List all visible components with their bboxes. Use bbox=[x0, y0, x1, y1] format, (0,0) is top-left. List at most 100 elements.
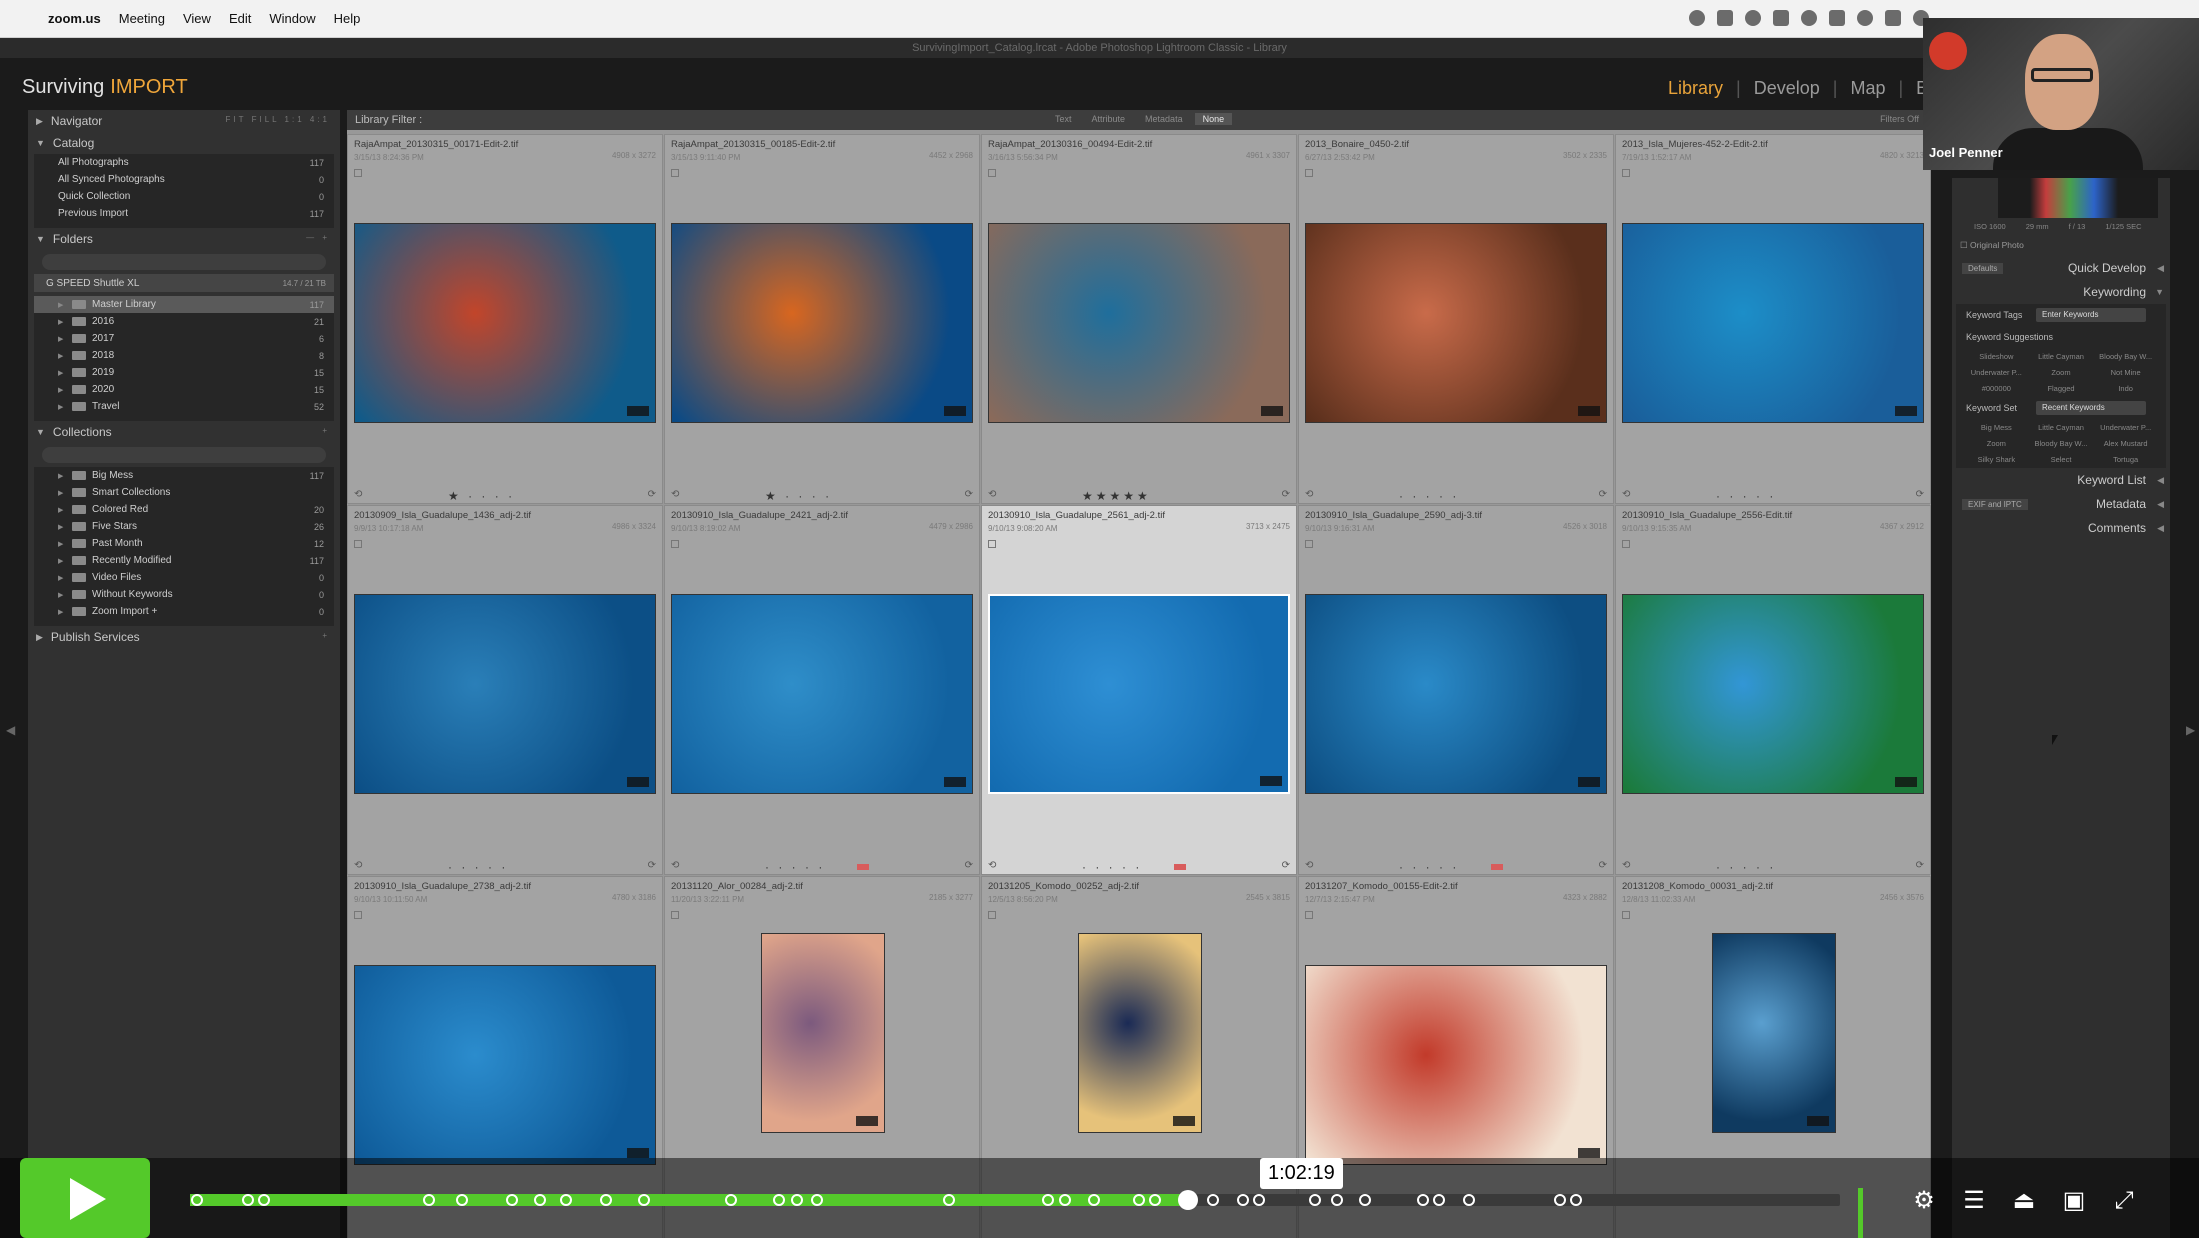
add-publish-icon[interactable]: + bbox=[322, 631, 330, 640]
thumbnail-cell[interactable]: 20130910_Isla_Guadalupe_2556-Edit.tif 9/1… bbox=[1615, 505, 1931, 875]
volume-row[interactable]: G SPEED Shuttle XL 14.7 / 21 TB bbox=[34, 274, 334, 292]
navigator-zoom-options[interactable]: FIT FILL 1:1 4:1 bbox=[226, 115, 330, 124]
menu-help[interactable]: Help bbox=[334, 11, 361, 26]
thumbnail-cell[interactable]: 20130909_Isla_Guadalupe_1436_adj-2.tif 9/… bbox=[347, 505, 663, 875]
keyword-chip[interactable]: #000000 bbox=[1964, 384, 2029, 393]
keyword-tags-dropdown[interactable]: Enter Keywords bbox=[2036, 308, 2146, 322]
chapter-marker[interactable] bbox=[1207, 1194, 1219, 1206]
photo-thumbnail[interactable] bbox=[761, 933, 885, 1133]
volume-icon[interactable] bbox=[1858, 1188, 1890, 1238]
pick-flag-icon[interactable] bbox=[988, 911, 996, 919]
star-rating[interactable]: · · · · · bbox=[1399, 860, 1459, 874]
module-library[interactable]: Library bbox=[1668, 78, 1723, 99]
photo-thumbnail[interactable] bbox=[1305, 223, 1607, 423]
photo-thumbnail[interactable] bbox=[1712, 933, 1836, 1133]
disclosure-triangle-icon[interactable]: ▶ bbox=[58, 318, 66, 326]
bluetooth-icon[interactable] bbox=[1717, 10, 1733, 26]
filter-tab-metadata[interactable]: Metadata bbox=[1137, 113, 1191, 125]
pick-flag-icon[interactable] bbox=[988, 540, 996, 548]
keyword-chip[interactable]: Not Mine bbox=[2093, 368, 2158, 377]
keyword-chip[interactable]: Big Mess bbox=[1964, 423, 2029, 432]
folder-item[interactable]: ▶ Travel 52 bbox=[34, 398, 334, 415]
folder-item[interactable]: ▶ 2020 15 bbox=[34, 381, 334, 398]
filter-tab-none[interactable]: None bbox=[1194, 113, 1233, 125]
progress-knob[interactable] bbox=[1178, 1190, 1199, 1210]
rotate-right-icon[interactable]: ⟳ bbox=[1599, 860, 1607, 871]
star-rating[interactable]: · · · · · bbox=[1716, 860, 1776, 874]
info-icon[interactable] bbox=[1829, 10, 1845, 26]
photo-thumbnail[interactable] bbox=[1622, 594, 1924, 794]
photo-thumbnail[interactable] bbox=[1078, 933, 1202, 1133]
rotate-left-icon[interactable]: ⟲ bbox=[1622, 489, 1630, 500]
pick-flag-icon[interactable] bbox=[354, 540, 362, 548]
chapter-marker[interactable] bbox=[943, 1194, 955, 1206]
collection-item[interactable]: ▶ Past Month 12 bbox=[34, 535, 334, 552]
airplay-icon[interactable]: ⏏ bbox=[2008, 1188, 2040, 1214]
star-rating[interactable]: ★★★★★ bbox=[1082, 489, 1151, 503]
folder-item[interactable]: ▶ 2019 15 bbox=[34, 364, 334, 381]
record-icon[interactable] bbox=[1885, 10, 1901, 26]
photo-thumbnail[interactable] bbox=[1305, 965, 1607, 1165]
rotate-left-icon[interactable]: ⟲ bbox=[988, 860, 996, 871]
disclosure-triangle-icon[interactable]: ▶ bbox=[58, 352, 66, 360]
pick-flag-icon[interactable] bbox=[1305, 169, 1313, 177]
thumbnail-cell[interactable]: RajaAmpat_20130315_00185-Edit-2.tif 3/15/… bbox=[664, 134, 980, 504]
folders-header[interactable]: ▼ Folders — + bbox=[28, 228, 340, 250]
keyword-chip[interactable]: Alex Mustard bbox=[2093, 439, 2158, 448]
folder-item[interactable]: ▶ Master Library 117 bbox=[34, 296, 334, 313]
chapter-marker[interactable] bbox=[1553, 1194, 1566, 1206]
rotate-right-icon[interactable]: ⟳ bbox=[1282, 860, 1290, 871]
metadata-preset-dropdown[interactable]: EXIF and IPTC bbox=[1962, 498, 2028, 510]
menu-view[interactable]: View bbox=[183, 11, 211, 26]
star-rating[interactable]: · · · · · bbox=[1716, 489, 1776, 503]
chapter-marker[interactable] bbox=[637, 1194, 650, 1206]
star-rating[interactable]: · · · · · bbox=[1082, 860, 1142, 874]
filter-tab-text[interactable]: Text bbox=[1047, 113, 1080, 125]
photo-thumbnail[interactable] bbox=[354, 965, 656, 1165]
keyword-chip[interactable]: Zoom bbox=[2029, 368, 2094, 377]
collection-item[interactable]: ▶ Colored Red 20 bbox=[34, 501, 334, 518]
menu-meeting[interactable]: Meeting bbox=[119, 11, 165, 26]
keyword-chip[interactable]: Slideshow bbox=[1964, 352, 2029, 361]
photo-thumbnail[interactable] bbox=[1305, 594, 1607, 794]
chapter-marker[interactable] bbox=[190, 1194, 203, 1206]
photo-thumbnail[interactable] bbox=[671, 594, 973, 794]
pick-flag-icon[interactable] bbox=[1622, 911, 1630, 919]
keyword-chip[interactable]: Bloody Bay W... bbox=[2029, 439, 2094, 448]
module-map[interactable]: Map bbox=[1850, 78, 1885, 99]
disclosure-triangle-icon[interactable]: ▶ bbox=[58, 557, 66, 565]
menu-window[interactable]: Window bbox=[269, 11, 315, 26]
navigator-header[interactable]: ▶ Navigator FIT FILL 1:1 4:1 bbox=[28, 110, 340, 132]
chapter-marker[interactable] bbox=[1358, 1194, 1371, 1206]
pick-flag-icon[interactable] bbox=[1622, 540, 1630, 548]
cloud-icon[interactable] bbox=[1773, 10, 1789, 26]
screen-share-icon[interactable] bbox=[1689, 10, 1705, 26]
photo-thumbnail[interactable] bbox=[988, 594, 1290, 794]
star-rating[interactable]: ★ · · · · bbox=[448, 489, 515, 503]
rotate-left-icon[interactable]: ⟲ bbox=[1305, 860, 1313, 871]
disclosure-triangle-icon[interactable]: ▶ bbox=[58, 403, 66, 411]
thumbnail-cell[interactable]: RajaAmpat_20130315_00171-Edit-2.tif 3/15/… bbox=[347, 134, 663, 504]
mail-icon[interactable] bbox=[1801, 10, 1817, 26]
chapter-marker[interactable] bbox=[811, 1194, 823, 1206]
keyword-chip[interactable]: Silky Shark bbox=[1964, 455, 2029, 464]
pick-flag-icon[interactable] bbox=[671, 911, 679, 919]
folder-search-input[interactable] bbox=[42, 254, 326, 270]
chapters-list-icon[interactable]: ☰ bbox=[1958, 1188, 1990, 1214]
histogram[interactable] bbox=[1998, 178, 2158, 218]
keyword-chip[interactable]: Underwater P... bbox=[1964, 368, 2029, 377]
keyword-chip[interactable]: Tortuga bbox=[2093, 455, 2158, 464]
publish-services-header[interactable]: ▶ Publish Services + bbox=[28, 626, 340, 648]
chapter-marker[interactable] bbox=[773, 1194, 786, 1206]
collection-item[interactable]: ▶ Recently Modified 117 bbox=[34, 552, 334, 569]
keyword-chip[interactable]: Little Cayman bbox=[2029, 423, 2094, 432]
settings-gear-icon[interactable]: ⚙ bbox=[1908, 1188, 1940, 1214]
filter-tab-attribute[interactable]: Attribute bbox=[1084, 113, 1134, 125]
rotate-right-icon[interactable]: ⟳ bbox=[648, 489, 656, 500]
keyword-chip[interactable]: Zoom bbox=[1964, 439, 2029, 448]
progress-bar[interactable] bbox=[190, 1190, 1840, 1210]
thumbnail-cell[interactable]: 2013_Bonaire_0450-2.tif 6/27/13 2:53:42 P… bbox=[1298, 134, 1614, 504]
disclosure-triangle-icon[interactable]: ▶ bbox=[58, 591, 66, 599]
pick-flag-icon[interactable] bbox=[1305, 911, 1313, 919]
disclosure-triangle-icon[interactable]: ▶ bbox=[58, 489, 66, 497]
